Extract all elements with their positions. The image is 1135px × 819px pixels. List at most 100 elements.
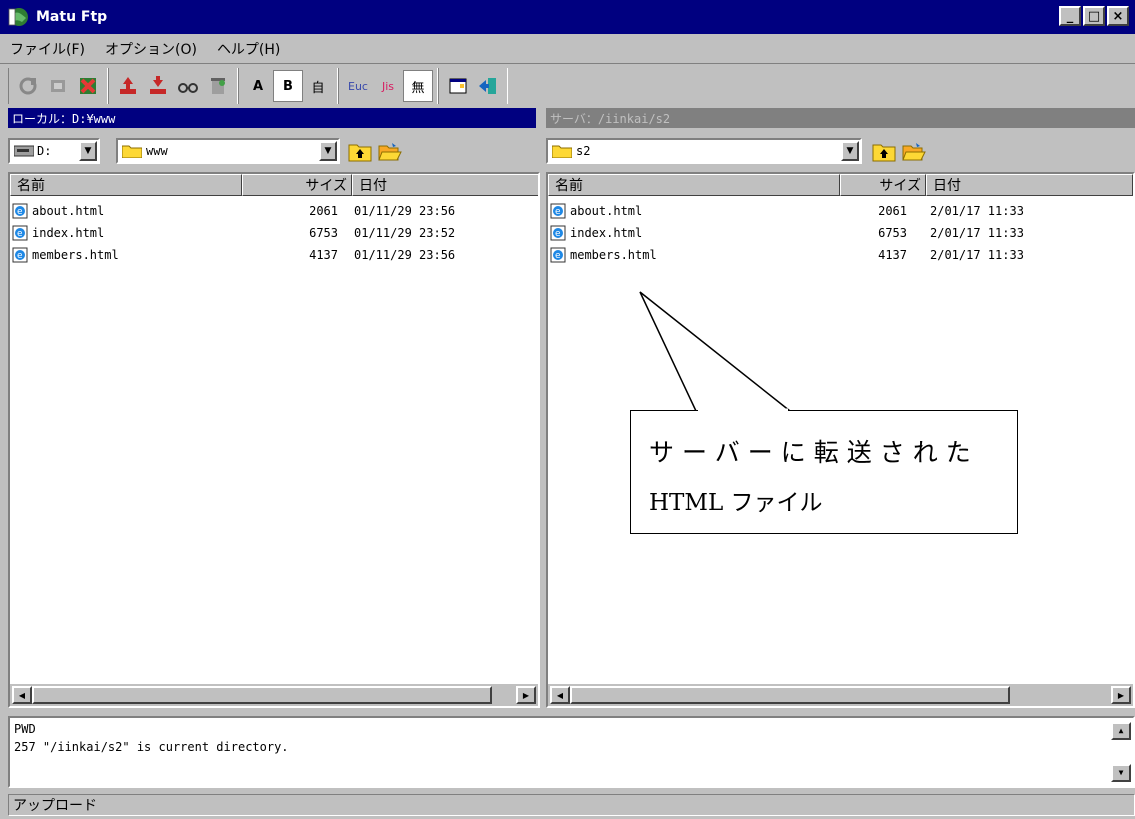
- minimize-button[interactable]: _: [1059, 6, 1081, 26]
- svg-text:e: e: [555, 251, 561, 261]
- file-row[interactable]: e index.html 6753 2/01/17 11:33: [548, 222, 1133, 244]
- properties-button[interactable]: [443, 70, 473, 102]
- folder-open-icon: [902, 143, 926, 161]
- file-row[interactable]: e about.html 2061 01/11/29 23:56: [10, 200, 538, 222]
- ie-html-file-icon: e: [550, 203, 566, 219]
- file-size: 4137: [878, 248, 907, 262]
- globe-app-icon: [8, 8, 28, 26]
- column-header-size-label: サイズ: [879, 178, 921, 194]
- folder-open-icon: [378, 143, 402, 161]
- mode-binary-button[interactable]: B: [273, 70, 303, 102]
- svg-text:e: e: [17, 207, 23, 217]
- glasses-icon: [178, 83, 198, 93]
- drive-dropdown-arrow[interactable]: ▼: [79, 141, 97, 161]
- window-properties-icon: [449, 78, 467, 94]
- file-size: 2061: [309, 204, 338, 218]
- column-header-size[interactable]: サイズ: [242, 174, 352, 196]
- column-header-date[interactable]: 日付: [926, 174, 1133, 196]
- menu-file[interactable]: ファイル(F): [0, 39, 95, 59]
- disconnect-button[interactable]: [43, 70, 73, 102]
- column-header-date[interactable]: 日付: [352, 174, 538, 196]
- file-row[interactable]: e members.html 4137 2/01/17 11:33: [548, 244, 1133, 266]
- local-folder-up-button[interactable]: [346, 138, 374, 166]
- column-header-size[interactable]: サイズ: [840, 174, 926, 196]
- svg-text:e: e: [17, 229, 23, 239]
- scroll-left-button[interactable]: ◀: [550, 686, 570, 704]
- file-row[interactable]: e about.html 2061 2/01/17 11:33: [548, 200, 1133, 222]
- encoding-euc-button[interactable]: Euc: [343, 70, 373, 102]
- remote-horizontal-scrollbar[interactable]: ◀ ▶: [548, 684, 1133, 706]
- download-button[interactable]: [143, 70, 173, 102]
- encoding-euc-label: Euc: [348, 79, 368, 93]
- menu-options[interactable]: オプション(O): [95, 39, 207, 59]
- folder-icon: [552, 145, 572, 158]
- scroll-up-button[interactable]: ▲: [1111, 722, 1131, 740]
- local-file-list[interactable]: 名前 サイズ 日付 e about.html 2061 01/11/29 23:…: [8, 172, 540, 708]
- remote-folder-open-button[interactable]: [900, 138, 928, 166]
- menu-bar: ファイル(F) オプション(O) ヘルプ(H): [0, 34, 1135, 64]
- scroll-thumb[interactable]: [32, 686, 492, 704]
- encoding-jis-button[interactable]: Jis: [373, 70, 403, 102]
- column-header-size-label: サイズ: [305, 178, 347, 194]
- folder-up-icon: [348, 144, 372, 162]
- remote-folder-dropdown-arrow[interactable]: ▼: [841, 141, 859, 161]
- file-name: index.html: [32, 226, 105, 240]
- remote-folder-select[interactable]: s2 ▼: [546, 138, 862, 164]
- close-button[interactable]: ×: [1107, 6, 1129, 26]
- file-row[interactable]: e index.html 6753 01/11/29 23:52: [10, 222, 538, 244]
- trash-icon: [211, 78, 225, 94]
- local-folder-open-button[interactable]: [376, 138, 404, 166]
- log-vertical-scrollbar[interactable]: ▲ ▼: [1111, 720, 1131, 782]
- stop-button[interactable]: [73, 70, 103, 102]
- ie-html-file-icon: e: [12, 203, 28, 219]
- encoding-jis-label: Jis: [381, 79, 395, 93]
- disconnect-icon: [51, 80, 65, 92]
- toolbar: A B 自 Euc Jis 無: [8, 66, 1135, 106]
- mode-auto-button[interactable]: 自: [303, 70, 333, 102]
- file-date: 2/01/17 11:33: [930, 248, 1024, 262]
- maximize-button[interactable]: □: [1083, 6, 1105, 26]
- scroll-left-button[interactable]: ◀: [12, 686, 32, 704]
- title-bar: Matu Ftp _ □ ×: [0, 0, 1135, 34]
- file-row[interactable]: e members.html 4137 01/11/29 23:56: [10, 244, 538, 266]
- scroll-right-button[interactable]: ▶: [1111, 686, 1131, 704]
- mode-ascii-button[interactable]: A: [243, 70, 273, 102]
- drive-select[interactable]: D: ▼: [8, 138, 100, 164]
- ie-html-file-icon: e: [550, 247, 566, 263]
- local-folder-select[interactable]: www ▼: [116, 138, 340, 164]
- file-date: 2/01/17 11:33: [930, 204, 1024, 218]
- scroll-down-button[interactable]: ▼: [1111, 764, 1131, 782]
- svg-text:e: e: [555, 207, 561, 217]
- local-folder-dropdown-arrow[interactable]: ▼: [319, 141, 337, 161]
- column-header-name-label: 名前: [555, 178, 583, 194]
- encoding-none-button[interactable]: 無: [403, 70, 433, 102]
- view-button[interactable]: [173, 70, 203, 102]
- callout-line2: HTML ファイル: [649, 490, 823, 516]
- column-header-name[interactable]: 名前: [10, 174, 242, 196]
- delete-button[interactable]: [203, 70, 233, 102]
- scroll-thumb[interactable]: [570, 686, 1010, 704]
- log-line: 257 "/iinkai/s2" is current directory.: [14, 740, 289, 754]
- file-date: 01/11/29 23:56: [354, 204, 456, 218]
- file-name: members.html: [570, 248, 657, 262]
- connect-button[interactable]: [13, 70, 43, 102]
- file-name: about.html: [32, 204, 105, 218]
- column-header-name[interactable]: 名前: [548, 174, 840, 196]
- exit-button[interactable]: [473, 70, 503, 102]
- scroll-right-button[interactable]: ▶: [516, 686, 536, 704]
- svg-text:e: e: [17, 251, 23, 261]
- exit-door-icon: [479, 78, 496, 94]
- connect-icon: [19, 77, 37, 95]
- maximize-icon: □: [1087, 8, 1101, 24]
- local-horizontal-scrollbar[interactable]: ◀ ▶: [10, 684, 538, 706]
- remote-folder-up-button[interactable]: [870, 138, 898, 166]
- menu-help[interactable]: ヘルプ(H): [207, 39, 290, 59]
- column-header-date-label: 日付: [359, 178, 387, 194]
- upload-button[interactable]: [113, 70, 143, 102]
- status-bar: アップロード: [8, 794, 1135, 816]
- ie-html-file-icon: e: [12, 225, 28, 241]
- local-folder-value: www: [146, 144, 168, 158]
- log-line: PWD: [14, 722, 36, 736]
- upload-icon: [120, 77, 136, 94]
- file-date: 2/01/17 11:33: [930, 226, 1024, 240]
